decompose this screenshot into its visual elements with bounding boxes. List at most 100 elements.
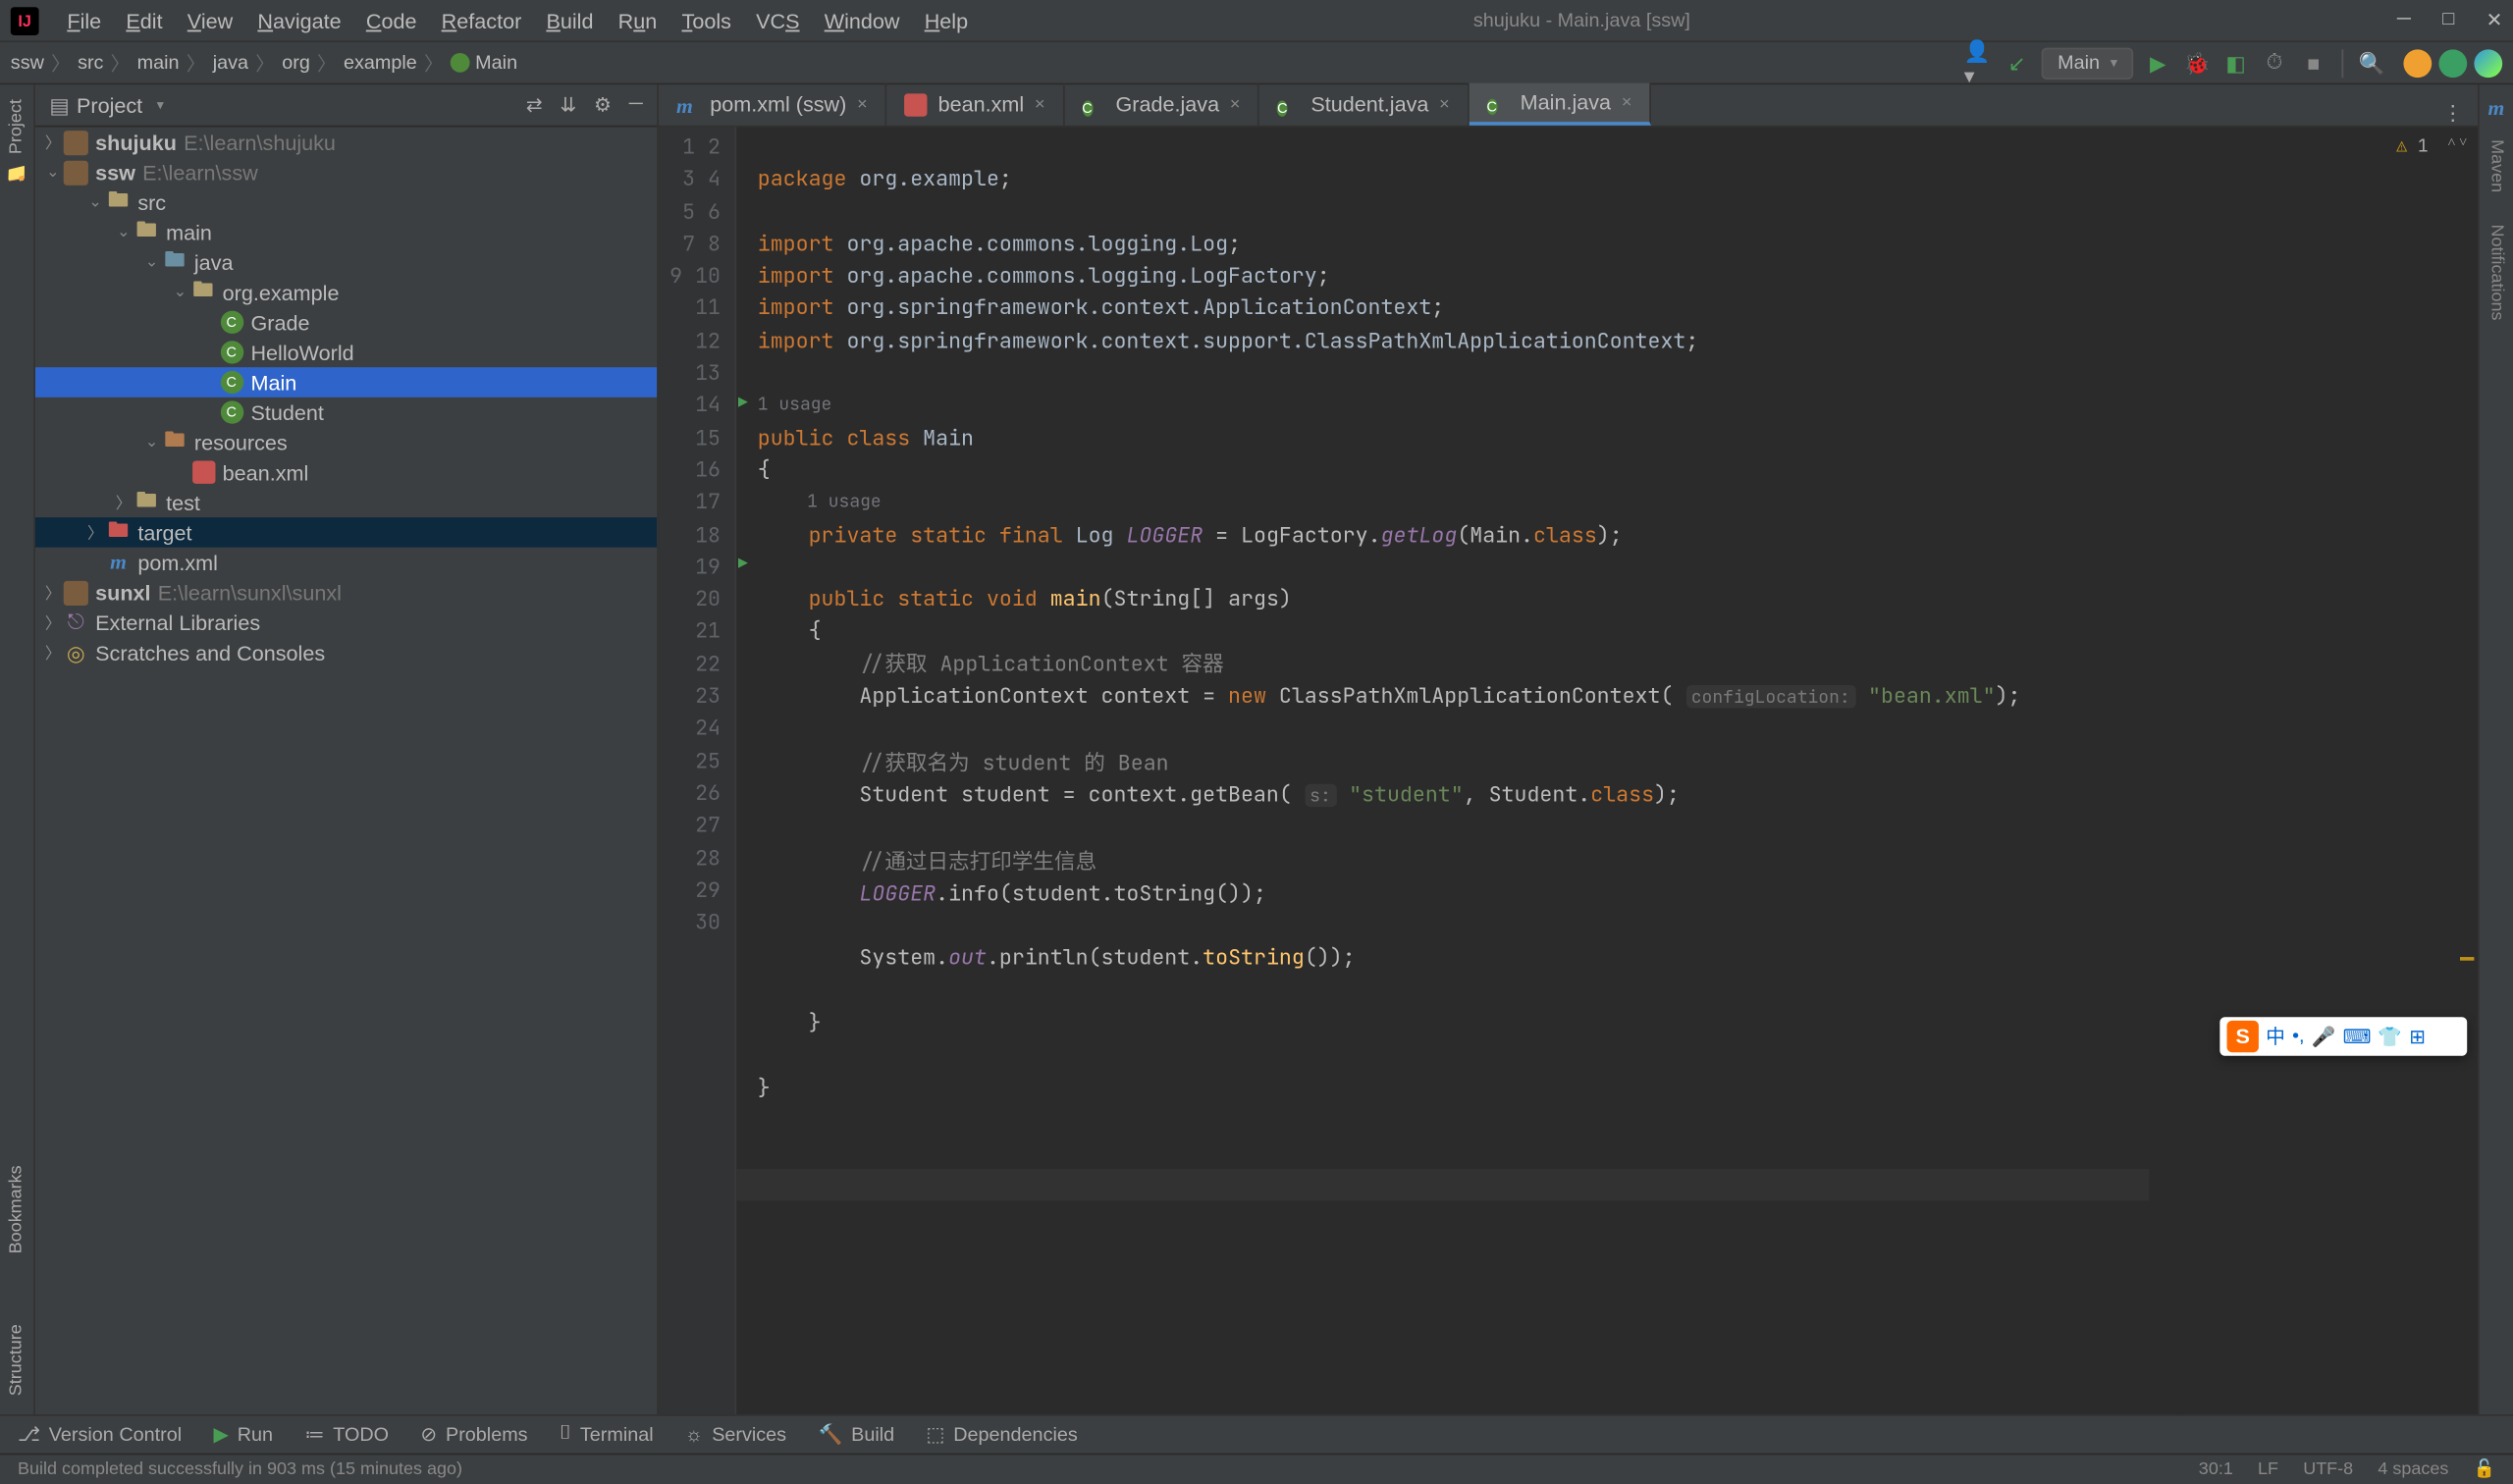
parameter-hint: s: — [1305, 784, 1336, 807]
menu-file[interactable]: File — [57, 3, 112, 38]
crumb-src[interactable]: src — [78, 52, 103, 74]
crumb-java[interactable]: java — [213, 52, 248, 74]
class-icon: C — [220, 371, 242, 394]
code-editor[interactable]: package org.example; import org.apache.c… — [736, 128, 2177, 1414]
tab-pom[interactable]: mpom.xml (ssw)× — [659, 83, 886, 126]
dependencies-tool-button[interactable]: ⬚Dependencies — [927, 1423, 1078, 1446]
close-icon[interactable]: × — [1622, 92, 1632, 112]
maven-tool-button[interactable]: Maven — [2486, 139, 2506, 192]
run-tool-button[interactable]: ▶Run — [214, 1423, 274, 1446]
project-tool-button[interactable]: 📁Project — [7, 99, 27, 183]
menu-build[interactable]: Build — [536, 3, 605, 38]
debug-button[interactable]: 🐞 — [2183, 48, 2212, 77]
next-highlight-icon[interactable]: ˅ — [2459, 134, 2467, 152]
crumb-org[interactable]: org — [282, 52, 310, 74]
maven-tool-icon[interactable]: m — [2487, 95, 2504, 122]
module-icon — [64, 130, 88, 154]
tab-bean[interactable]: bean.xml× — [886, 83, 1064, 126]
select-opened-file-icon[interactable]: ⇄ — [526, 93, 543, 116]
indent-settings[interactable]: 4 spaces — [2378, 1459, 2448, 1479]
menu-code[interactable]: Code — [355, 3, 427, 38]
close-icon[interactable]: × — [1035, 94, 1045, 114]
menu-tools[interactable]: Tools — [671, 3, 742, 38]
expand-all-icon[interactable]: ⇊ — [560, 93, 576, 116]
project-tool-window: ▤Project ⇄ ⇊ ⚙ ─ 〉shujukuE:\learn\shujuk… — [35, 84, 659, 1414]
readonly-icon[interactable]: 🔓 — [2474, 1459, 2495, 1479]
inspection-stripe[interactable]: ⚠ 1 ˄˅ — [2177, 128, 2478, 1414]
run-button[interactable]: ▶ — [2144, 48, 2172, 77]
bookmarks-tool-button[interactable]: Bookmarks — [7, 1166, 27, 1254]
settings-icon[interactable]: ⚙ — [594, 93, 612, 116]
back-icon[interactable]: ↙ — [2003, 48, 2031, 77]
services-tool-button[interactable]: ☼Services — [685, 1424, 786, 1446]
app-icon: IJ — [11, 6, 39, 34]
class-icon: C — [1486, 98, 1496, 114]
scratches-icon: ◎ — [64, 640, 88, 664]
title-bar: IJ File Edit View Navigate Code Refactor… — [0, 0, 2513, 42]
module-icon — [64, 580, 88, 605]
folder-icon: 🖿 — [134, 220, 159, 244]
tree-item-main-selected: CMain — [35, 367, 657, 398]
close-button[interactable]: ✕ — [2486, 9, 2503, 31]
minimize-button[interactable]: ─ — [2397, 9, 2411, 31]
caret-position[interactable]: 30:1 — [2199, 1459, 2233, 1479]
run-config-selector[interactable]: Main — [2042, 47, 2133, 79]
menu-view[interactable]: View — [177, 3, 243, 38]
build-tool-button[interactable]: 🔨Build — [818, 1423, 894, 1446]
package-icon: 🖿 — [190, 280, 215, 304]
add-user-icon[interactable]: 👤▾ — [1964, 48, 1993, 77]
source-folder-icon: 🖿 — [163, 250, 187, 275]
file-encoding[interactable]: UTF-8 — [2303, 1459, 2353, 1479]
menu-edit[interactable]: Edit — [116, 3, 174, 38]
maximize-button[interactable]: □ — [2442, 9, 2454, 31]
tab-actions-icon[interactable]: ⋮ — [2429, 101, 2478, 126]
close-icon[interactable]: × — [1439, 94, 1450, 114]
problems-tool-button[interactable]: ⊘Problems — [420, 1423, 527, 1446]
status-bar: Build completed successfully in 903 ms (… — [0, 1454, 2513, 1484]
stop-button[interactable]: ■ — [2299, 48, 2327, 77]
tab-grade[interactable]: CGrade.java× — [1064, 83, 1259, 126]
version-control-tool-button[interactable]: ⎇Version Control — [18, 1423, 182, 1446]
profile-button[interactable]: ⏱ — [2261, 48, 2289, 77]
project-tree[interactable]: 〉shujukuE:\learn\shujuku ⌄sswE:\learn\ss… — [35, 128, 657, 1414]
crumb-example[interactable]: example — [344, 52, 417, 74]
hide-icon[interactable]: ─ — [629, 93, 643, 116]
line-separator[interactable]: LF — [2258, 1459, 2278, 1479]
crumb-class[interactable]: Main — [451, 52, 517, 74]
editor-gutter[interactable]: 1 2 3 4 5 6 7 8 9 10 11 12 13 14 15 16 1… — [659, 128, 736, 1414]
warning-icon[interactable]: ⚠ — [2396, 134, 2407, 157]
close-icon[interactable]: × — [1230, 94, 1241, 114]
xml-icon — [191, 461, 214, 484]
tab-main-active[interactable]: CMain.java× — [1469, 83, 1651, 126]
structure-tool-button[interactable]: Structure — [7, 1325, 27, 1397]
terminal-tool-button[interactable]: ⌷Terminal — [560, 1423, 654, 1446]
coverage-button[interactable]: ◧ — [2221, 48, 2250, 77]
ide-icon[interactable] — [2474, 48, 2502, 77]
todo-tool-button[interactable]: ≔TODO — [304, 1423, 389, 1446]
ime-indicator[interactable]: S 中 •, 🎤 ⌨ 👕 ⊞ — [2219, 1017, 2467, 1056]
status-build-msg: Build completed successfully in 903 ms (… — [18, 1459, 462, 1479]
class-icon: C — [1082, 100, 1092, 116]
right-tool-stripe: m Maven Notifications — [2478, 84, 2513, 1414]
crumb-main[interactable]: main — [137, 52, 180, 74]
close-icon[interactable]: × — [857, 94, 868, 114]
menu-refactor[interactable]: Refactor — [431, 3, 532, 38]
resources-folder-icon: 🖿 — [163, 430, 187, 454]
notifications-tool-button[interactable]: Notifications — [2486, 225, 2506, 321]
breadcrumb[interactable]: ssw〉 src〉 main〉 java〉 org〉 example〉 Main — [11, 48, 517, 77]
tab-student[interactable]: CStudent.java× — [1259, 83, 1469, 126]
avatar-icon[interactable] — [2403, 48, 2432, 77]
maven-icon: m — [676, 92, 699, 115]
prev-highlight-icon[interactable]: ˄ — [2447, 134, 2455, 152]
bottom-tool-stripe: ⎇Version Control ▶Run ≔TODO ⊘Problems ⌷T… — [0, 1414, 2513, 1454]
project-view-selector[interactable]: ▤Project — [49, 92, 526, 117]
class-icon — [451, 53, 470, 73]
search-everywhere-icon[interactable]: 🔍 — [2358, 48, 2386, 77]
crumb-ssw[interactable]: ssw — [11, 52, 44, 74]
codewithme-icon[interactable] — [2438, 48, 2467, 77]
menu-run[interactable]: Run — [608, 3, 668, 38]
target-folder-icon: 🖿 — [106, 520, 131, 545]
xml-icon — [904, 92, 927, 115]
module-icon — [64, 160, 88, 185]
menu-navigate[interactable]: Navigate — [247, 3, 352, 38]
